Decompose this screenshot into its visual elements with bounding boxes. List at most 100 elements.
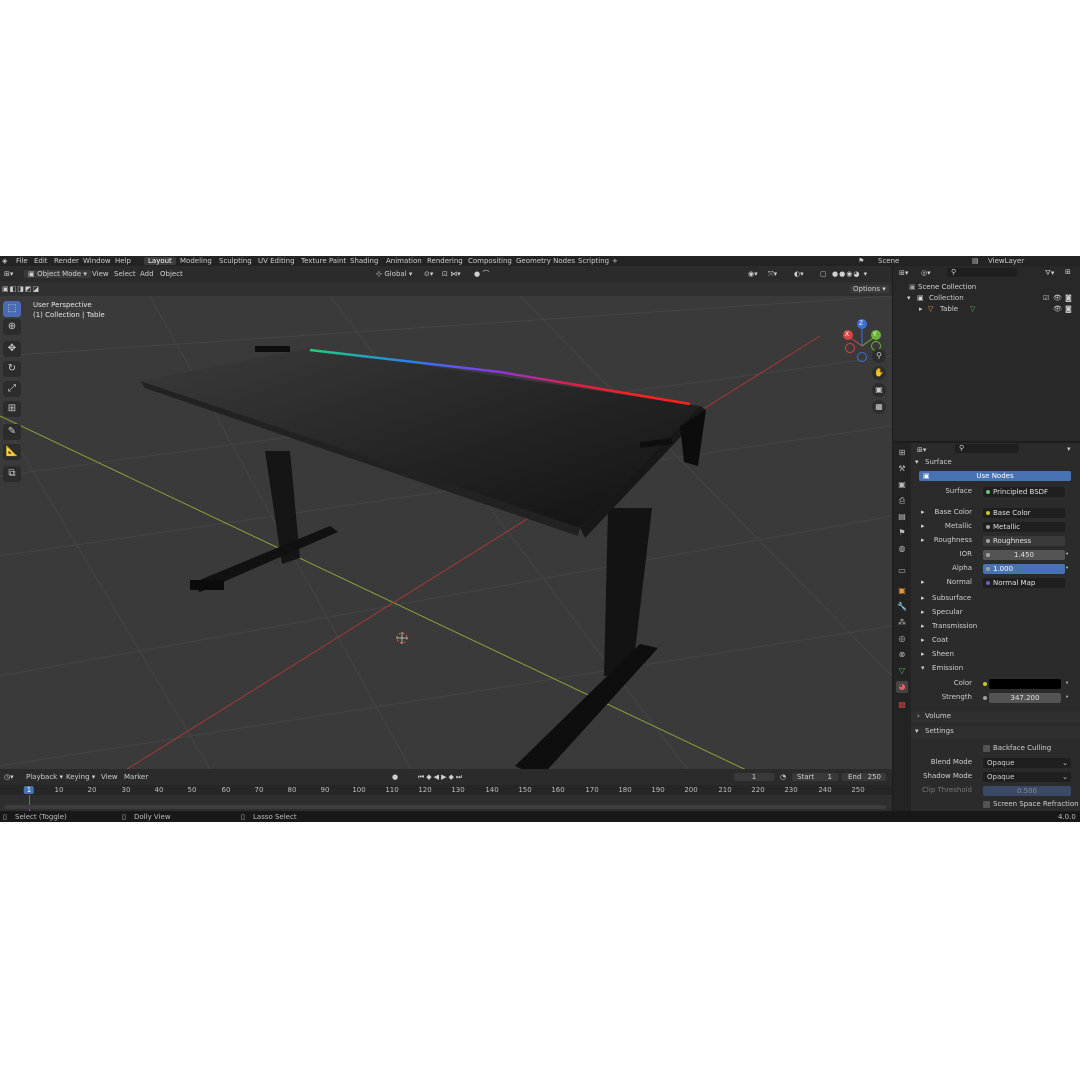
scene-icon[interactable]: ⚑ xyxy=(858,257,864,265)
volume-section-header[interactable]: › Volume xyxy=(911,711,1080,723)
output-tab-icon[interactable]: ⎙ xyxy=(896,495,908,507)
tab-geometry-nodes[interactable]: Geometry Nodes xyxy=(512,257,579,265)
keyframe-dot-icon[interactable]: • xyxy=(1065,550,1069,558)
property-value-field[interactable]: Metallic xyxy=(983,522,1065,532)
socket-icon[interactable] xyxy=(986,581,990,585)
settings-section-header[interactable]: ▾ Settings xyxy=(911,726,1080,738)
property-value-field[interactable]: 1.000 xyxy=(983,564,1065,574)
frame-tick[interactable]: 1 xyxy=(23,786,35,794)
subsection-emission[interactable]: ▾ Emission xyxy=(911,663,1080,675)
tab-layout[interactable]: Layout xyxy=(144,257,176,265)
expand-arrow-icon[interactable]: ▸ xyxy=(921,536,925,545)
subsection-specular[interactable]: ▸ Specular xyxy=(911,607,1080,619)
color-socket-icon[interactable] xyxy=(983,682,987,686)
shading-modes-icon[interactable]: ●●◉◕ ▾ xyxy=(832,270,868,278)
blender-logo-icon[interactable]: ◈ xyxy=(2,257,7,265)
object-tab-icon[interactable]: ▣ xyxy=(896,585,908,597)
emission-color-swatch[interactable] xyxy=(989,679,1061,689)
keyframe-dot-icon[interactable]: • xyxy=(1065,679,1069,687)
new-collection-icon[interactable]: ⊞ xyxy=(1065,268,1071,277)
properties-search-input[interactable]: ⚲ xyxy=(955,444,1019,453)
socket-icon[interactable] xyxy=(986,525,990,529)
modifier-tab-icon[interactable]: 🔧 xyxy=(896,601,908,613)
checkbox-icon[interactable]: ☑ xyxy=(1043,294,1049,303)
subsection-sheen[interactable]: ▸ Sheen xyxy=(911,649,1080,661)
add-workspace-button[interactable]: + xyxy=(612,257,618,265)
xray-icon[interactable]: ▢ xyxy=(820,270,827,278)
menu-keying[interactable]: Keying ▾ xyxy=(66,773,95,781)
gizmo-icon[interactable]: ⤧▾ xyxy=(768,270,777,278)
move-tool-icon[interactable]: ✥ xyxy=(3,341,21,357)
menu-view[interactable]: View xyxy=(92,270,109,278)
tool-tab-icon[interactable]: ⚒ xyxy=(896,463,908,475)
particles-tab-icon[interactable]: ⁂ xyxy=(896,617,908,629)
socket-icon[interactable] xyxy=(986,553,990,557)
tab-shading[interactable]: Shading xyxy=(346,257,382,265)
camera-render-icon[interactable]: ◙ xyxy=(1065,305,1072,314)
socket-icon[interactable] xyxy=(986,490,990,494)
select-box-tool-icon[interactable]: ⬚ xyxy=(3,301,21,317)
visibility-icon[interactable]: ◉▾ xyxy=(748,270,758,278)
subsection-subsurface[interactable]: ▸ Subsurface xyxy=(911,593,1080,605)
menu-render[interactable]: Render xyxy=(54,257,79,265)
expand-arrow-icon[interactable]: ▸ xyxy=(921,508,925,517)
add-cube-tool-icon[interactable]: ⧉ xyxy=(3,466,21,482)
proportional-edit-icon[interactable]: ● ⌒ xyxy=(474,270,489,278)
view-layer-selector[interactable]: ViewLayer xyxy=(988,257,1024,265)
render-tab-icon[interactable]: ▣ xyxy=(896,479,908,491)
menu-select[interactable]: Select xyxy=(114,270,136,278)
properties-editor-type-icon[interactable]: ⊞▾ xyxy=(917,446,926,454)
outliner-search-input[interactable]: ⚲ xyxy=(947,268,1017,277)
3d-viewport[interactable]: User Perspective (1) Collection | Table … xyxy=(0,296,892,786)
menu-edit[interactable]: Edit xyxy=(34,257,48,265)
collection-item[interactable]: Collection xyxy=(929,294,964,303)
texture-tab-icon[interactable]: ▩ xyxy=(896,699,908,711)
tab-uv-editing[interactable]: UV Editing xyxy=(254,257,299,265)
keyframe-dot-icon[interactable]: • xyxy=(1065,693,1069,701)
menu-object[interactable]: Object xyxy=(160,270,183,278)
current-frame-field[interactable]: 1 xyxy=(734,773,774,781)
value-socket-icon[interactable] xyxy=(983,696,987,700)
outliner-editor-icon[interactable]: ⊞▾ xyxy=(899,269,908,278)
end-frame-field[interactable]: End 250 xyxy=(842,773,886,781)
screen-space-refraction-checkbox[interactable] xyxy=(983,801,990,808)
view-layer-icon[interactable]: ▤ xyxy=(972,257,979,265)
property-value-field[interactable]: Normal Map xyxy=(983,578,1065,588)
tab-modeling[interactable]: Modeling xyxy=(176,257,216,265)
playback-controls-icon[interactable]: ⏮◆◀▶◆⏭ xyxy=(418,773,464,781)
tab-texture-paint[interactable]: Texture Paint xyxy=(297,257,350,265)
scene-selector[interactable]: Scene xyxy=(878,257,899,265)
menu-window[interactable]: Window xyxy=(83,257,111,265)
timeline-scrollbar[interactable] xyxy=(4,805,886,809)
timeline-editor-icon[interactable]: ◷▾ xyxy=(4,773,14,781)
keyframe-dot-icon[interactable]: • xyxy=(1065,564,1069,572)
options-button[interactable]: Options ▾ xyxy=(850,285,889,293)
properties-editor-icon[interactable]: ⊞ xyxy=(896,447,908,459)
property-value-field[interactable]: Base Color xyxy=(983,508,1065,518)
camera-render-icon[interactable]: ◙ xyxy=(1065,294,1072,303)
rotate-tool-icon[interactable]: ↻ xyxy=(3,361,21,377)
table-object-item[interactable]: Table xyxy=(940,305,958,314)
camera-icon[interactable]: ▣ xyxy=(872,383,886,397)
expand-arrow-icon[interactable]: ▸ xyxy=(919,305,923,314)
use-nodes-button[interactable]: ▣ Use Nodes xyxy=(919,471,1071,481)
menu-timeline-view[interactable]: View xyxy=(101,773,118,781)
display-mode-icon[interactable]: ◎▾ xyxy=(921,269,931,278)
scene-collection-item[interactable]: Scene Collection xyxy=(918,283,976,292)
overlays-icon[interactable]: ◐▾ xyxy=(794,270,804,278)
property-value-field[interactable]: 1.450 xyxy=(983,550,1065,560)
pivot-point-icon[interactable]: ⊙▾ xyxy=(424,270,433,278)
tab-compositing[interactable]: Compositing xyxy=(464,257,516,265)
surface-section-header[interactable]: ▾ Surface xyxy=(911,457,1080,469)
record-icon[interactable]: ● xyxy=(392,773,398,781)
property-value-field[interactable]: Principled BSDF xyxy=(983,487,1065,497)
socket-icon[interactable] xyxy=(986,539,990,543)
constraints-tab-icon[interactable]: ⊗ xyxy=(896,649,908,661)
shadow-mode-dropdown[interactable]: Opaque ⌄ xyxy=(983,772,1071,782)
collection-tab-icon[interactable]: ▭ xyxy=(896,565,908,577)
stopwatch-icon[interactable]: ◔ xyxy=(780,773,786,781)
tab-animation[interactable]: Animation xyxy=(382,257,426,265)
scale-tool-icon[interactable]: ⤢ xyxy=(3,381,21,397)
selection-mode-icon[interactable]: ▣◧◨◩◪ xyxy=(2,285,40,293)
object-mode-dropdown[interactable]: ▣ Object Mode ▾ xyxy=(24,270,91,278)
